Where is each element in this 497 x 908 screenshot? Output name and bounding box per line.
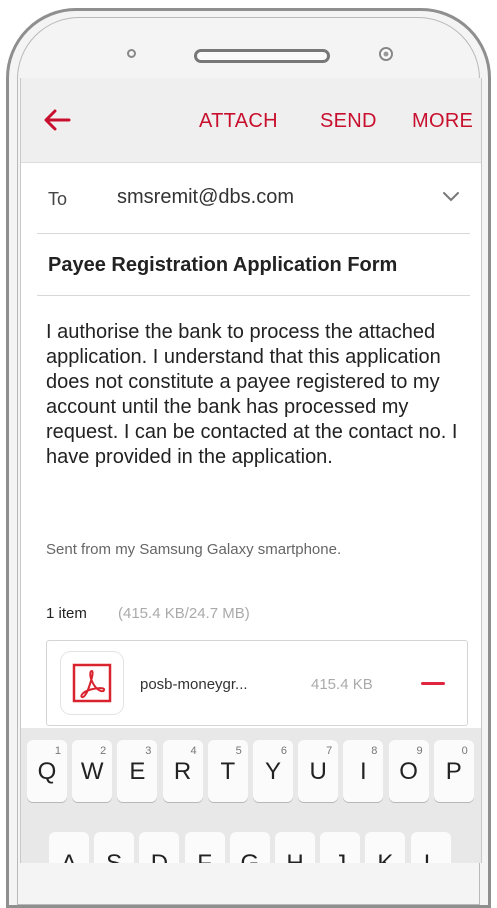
recipient-row[interactable]: To smsremit@dbs.com <box>21 162 481 240</box>
back-arrow-icon[interactable] <box>41 104 73 136</box>
key-letter: Q <box>37 758 57 785</box>
key-o[interactable]: 9O <box>388 740 429 802</box>
key-i[interactable]: 8I <box>343 740 384 802</box>
key-letter: H <box>275 850 315 863</box>
key-q[interactable]: 1Q <box>27 740 67 802</box>
key-number-hint: 2 <box>100 745 107 757</box>
key-number-hint: 5 <box>235 745 242 757</box>
key-letter: S <box>94 850 134 863</box>
key-j[interactable]: J <box>320 832 361 863</box>
key-s[interactable]: S <box>94 832 135 863</box>
key-letter: D <box>139 850 179 863</box>
key-letter: P <box>445 758 462 785</box>
to-label: To <box>48 189 68 209</box>
key-u[interactable]: 7U <box>298 740 339 802</box>
key-y[interactable]: 6Y <box>253 740 293 802</box>
pdf-icon <box>72 663 112 703</box>
front-camera <box>379 47 393 61</box>
divider <box>37 233 470 234</box>
key-t[interactable]: 5T <box>207 740 248 802</box>
recipient-field[interactable]: smsremit@dbs.com <box>117 186 294 209</box>
key-number-hint: 3 <box>145 745 152 757</box>
key-letter: A <box>49 850 89 863</box>
earpiece-speaker <box>194 49 330 63</box>
key-letter: Y <box>264 758 281 785</box>
key-w[interactable]: 2W <box>72 740 113 802</box>
key-p[interactable]: 0P <box>433 740 474 802</box>
email-compose-screen: ATTACH SEND MORE To smsremit@dbs.com Pay… <box>20 78 482 863</box>
attachment-count: 1 item <box>46 605 87 622</box>
proximity-sensor <box>127 49 136 58</box>
remove-attachment-button[interactable] <box>421 682 445 685</box>
attachment-total-size: (415.4 KB/24.7 MB) <box>118 605 250 622</box>
key-letter: T <box>220 758 236 785</box>
key-a[interactable]: A <box>49 832 89 863</box>
key-number-hint: 6 <box>280 745 287 757</box>
key-number-hint: 9 <box>416 745 423 757</box>
attachment-item[interactable]: posb-moneygr... 415.4 KB <box>46 640 468 726</box>
on-screen-keyboard: 1Q2W3E4R5T6Y7U8I9O0P ASDFGHJKL <box>21 728 481 863</box>
app-bar: ATTACH SEND MORE <box>21 78 481 163</box>
key-letter: K <box>365 850 405 863</box>
key-l[interactable]: L <box>410 832 451 863</box>
key-number-hint: 8 <box>371 745 378 757</box>
attach-button[interactable]: ATTACH <box>199 110 278 133</box>
key-letter: F <box>185 850 225 863</box>
key-number-hint: 1 <box>54 745 61 757</box>
key-number-hint: 7 <box>326 745 333 757</box>
key-letter: G <box>230 850 270 863</box>
key-letter: O <box>399 758 418 785</box>
key-h[interactable]: H <box>275 832 315 863</box>
attachment-file-size: 415.4 KB <box>311 676 373 693</box>
file-thumbnail <box>61 652 123 714</box>
chevron-down-icon[interactable] <box>441 190 461 204</box>
key-k[interactable]: K <box>365 832 406 863</box>
key-letter: R <box>173 758 192 785</box>
key-g[interactable]: G <box>229 832 270 863</box>
key-letter: J <box>320 850 360 863</box>
key-r[interactable]: 4R <box>162 740 203 802</box>
key-letter: W <box>80 758 104 785</box>
key-letter: E <box>129 758 146 785</box>
more-button[interactable]: MORE <box>412 110 473 133</box>
key-letter: I <box>360 758 367 785</box>
email-body[interactable]: I authorise the bank to process the atta… <box>46 320 461 470</box>
key-number-hint: 4 <box>190 745 197 757</box>
subject-field[interactable]: Payee Registration Application Form <box>48 254 397 277</box>
divider <box>37 295 470 296</box>
key-d[interactable]: D <box>139 832 180 863</box>
signature-text[interactable]: Sent from my Samsung Galaxy smartphone. <box>46 541 341 558</box>
attachment-file-name: posb-moneygr... <box>140 676 248 693</box>
key-e[interactable]: 3E <box>117 740 158 802</box>
key-f[interactable]: F <box>184 832 225 863</box>
key-number-hint: 0 <box>461 745 468 757</box>
key-letter: L <box>411 850 451 863</box>
key-letter: U <box>309 758 327 785</box>
send-button[interactable]: SEND <box>320 110 377 133</box>
